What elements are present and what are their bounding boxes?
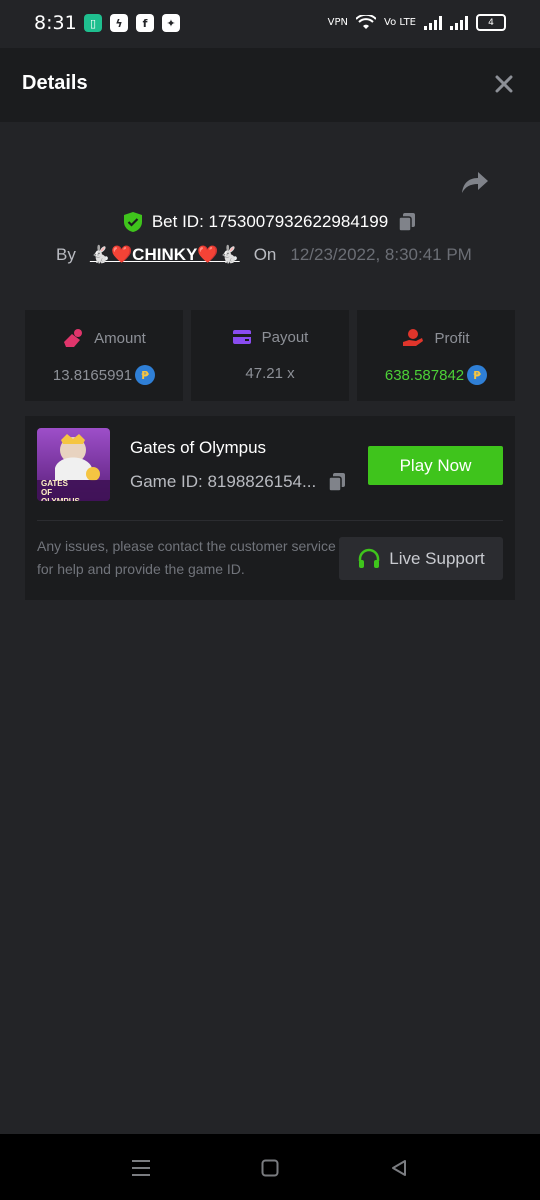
user-name-link[interactable]: 🐇❤️CHINKY❤️🐇 — [90, 245, 240, 265]
profit-card: Profit 638.587842 ₱ — [357, 310, 515, 401]
status-bar: 8:31 ▯ ϟ f ✦ VPN Vo LTE 4 — [0, 0, 540, 48]
vpn-icon: VPN — [327, 17, 349, 28]
home-button[interactable] — [256, 1154, 284, 1182]
money-bag-icon — [64, 329, 83, 347]
amount-value: 13.8165991 — [52, 366, 133, 384]
game-thumbnail-title: GATES OF OLYMPUS — [41, 479, 80, 501]
app-store-icon: ✦ — [162, 14, 180, 32]
profit-value: 638.587842 — [384, 366, 465, 384]
back-button[interactable] — [385, 1154, 413, 1182]
game-id-row: Game ID: 8198826154... — [130, 471, 348, 493]
app-notification-icon: ▯ — [84, 14, 102, 32]
divider — [37, 520, 503, 521]
share-icon — [462, 172, 488, 193]
wifi-icon — [356, 14, 377, 29]
live-support-label: Live Support — [389, 548, 485, 568]
payout-value: 47.21 x — [245, 365, 295, 382]
shield-check-icon — [123, 212, 142, 232]
peso-coin-icon: ₱ — [135, 365, 156, 385]
signal-icon-2 — [450, 15, 468, 30]
share-button[interactable] — [460, 170, 494, 200]
wallet-icon — [232, 330, 251, 344]
by-label: By — [56, 245, 76, 264]
game-name: Gates of Olympus — [130, 438, 267, 457]
menu-icon — [132, 1160, 150, 1176]
bet-id: Bet ID: 1753007932622984199 — [151, 212, 389, 231]
bet-id-row: Bet ID: 1753007932622984199 — [0, 207, 540, 237]
headset-icon — [359, 548, 380, 568]
profit-header: Profit — [357, 328, 515, 348]
bet-datetime: 12/23/2022, 8:30:41 PM — [290, 245, 472, 264]
profit-value-row: 638.587842 ₱ — [357, 365, 515, 385]
support-help-text: Any issues, please contact the customer … — [37, 538, 336, 577]
live-support-button[interactable]: Live Support — [339, 537, 503, 580]
copy-icon[interactable] — [326, 471, 348, 493]
copy-icon[interactable] — [396, 211, 418, 233]
close-button[interactable] — [490, 70, 518, 98]
play-now-button[interactable]: Play Now — [368, 446, 503, 485]
amount-value-row: 13.8165991 ₱ — [25, 365, 183, 385]
close-icon — [495, 75, 513, 93]
peso-coin-icon: ₱ — [467, 365, 488, 385]
recent-apps-button[interactable] — [127, 1154, 155, 1182]
bet-owner-row: By 🐇❤️CHINKY❤️🐇 On 12/23/2022, 8:30:41 P… — [56, 240, 472, 270]
messenger-icon: ϟ — [110, 14, 128, 32]
on-label: On — [253, 245, 277, 264]
facebook-icon: f — [136, 14, 154, 32]
system-nav-bar — [0, 1134, 540, 1200]
payout-card: Payout 47.21 x — [191, 310, 349, 401]
volte-icon: Vo LTE — [384, 17, 416, 28]
game-card: GATES OF OLYMPUS Gates of Olympus Game I… — [25, 416, 515, 600]
page-title: Details — [22, 72, 88, 94]
battery-icon: 4 — [476, 14, 506, 31]
amount-card: Amount 13.8165991 ₱ — [25, 310, 183, 401]
status-time: 8:31 — [34, 12, 77, 34]
back-triangle-icon — [392, 1160, 406, 1176]
system-icons: VPN Vo LTE 4 — [328, 14, 506, 31]
payout-header: Payout — [191, 328, 349, 346]
payout-label: Payout — [261, 328, 309, 346]
game-id: Game ID: 8198826154... — [130, 472, 317, 491]
home-square-icon — [261, 1159, 279, 1177]
profit-label: Profit — [434, 329, 470, 347]
amount-label: Amount — [94, 329, 146, 347]
signal-icon — [424, 15, 442, 30]
game-thumbnail[interactable]: GATES OF OLYMPUS — [37, 428, 110, 501]
amount-header: Amount — [25, 328, 183, 348]
payout-value-row: 47.21 x — [191, 365, 349, 382]
details-header: Details — [0, 48, 540, 122]
hand-money-icon — [403, 329, 424, 346]
notification-icons: ▯ ϟ f ✦ — [84, 14, 180, 32]
